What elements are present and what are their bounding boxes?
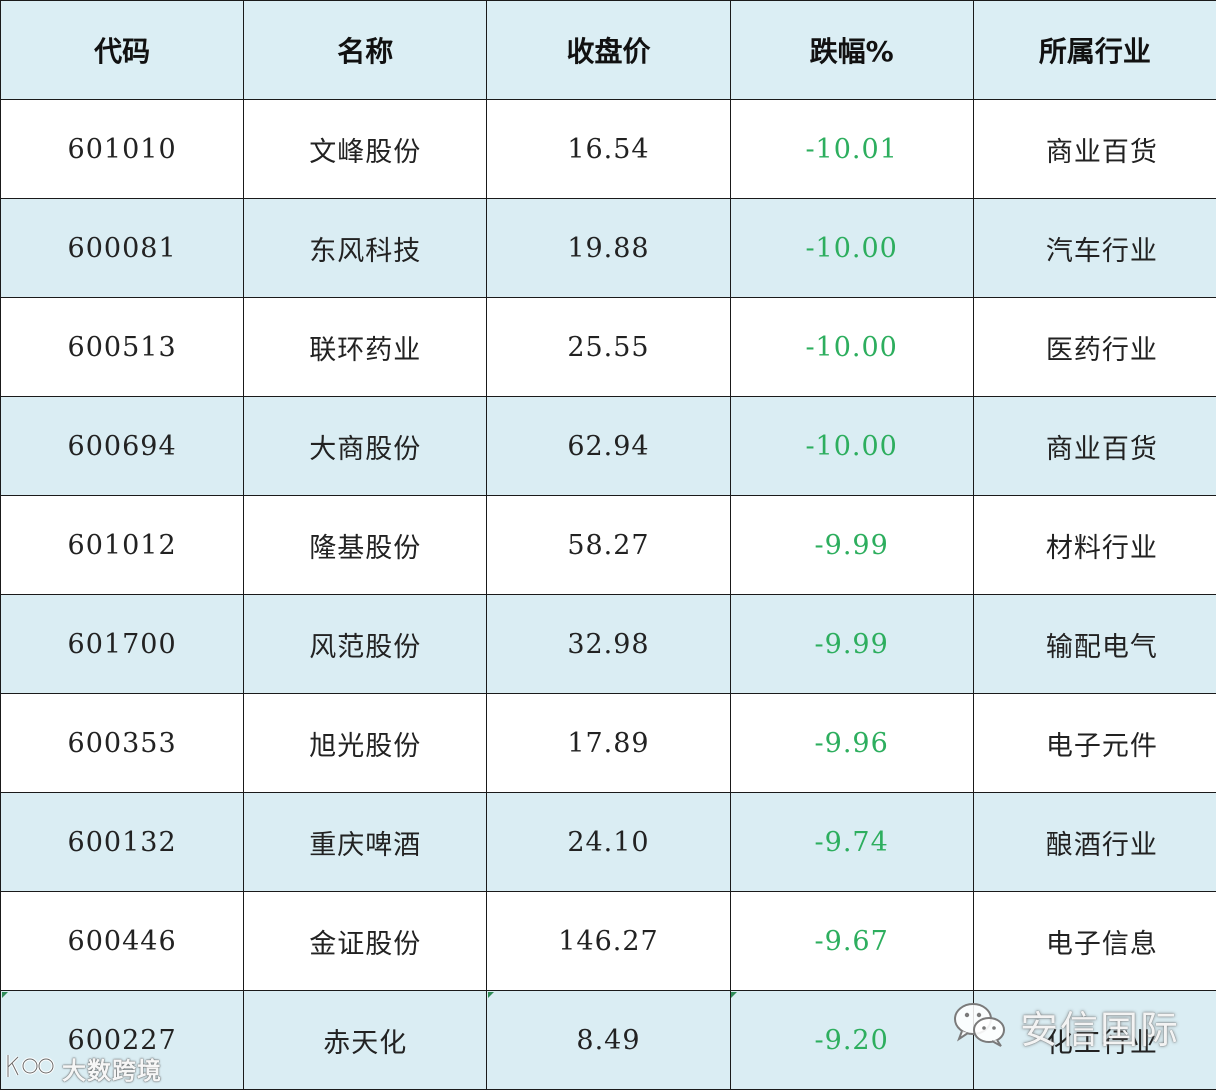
table-row: 600132 重庆啤酒 24.10 -9.74 酿酒行业	[0, 792, 1216, 892]
header-change: 跌幅%	[729, 0, 974, 100]
cell-industry: 电子元件	[972, 693, 1216, 793]
cell-name: 旭光股份	[243, 693, 488, 793]
cell-corner-marker	[731, 992, 737, 998]
cell-code: 600227	[0, 990, 245, 1090]
cell-change: -9.74	[729, 792, 974, 892]
header-industry: 所属行业	[972, 0, 1216, 100]
cell-close: 16.54	[486, 99, 731, 199]
cell-corner-marker	[2, 992, 8, 998]
cell-close: 62.94	[486, 396, 731, 496]
cell-code: 600513	[0, 297, 245, 397]
cell-change: -9.99	[729, 495, 974, 595]
cell-corner-marker	[488, 992, 494, 998]
cell-name: 金证股份	[243, 891, 488, 991]
cell-close: 58.27	[486, 495, 731, 595]
header-code: 代码	[0, 0, 245, 100]
table-row: 600081 东风科技 19.88 -10.00 汽车行业	[0, 198, 1216, 298]
cell-code: 600081	[0, 198, 245, 298]
cell-name: 赤天化	[243, 990, 488, 1090]
cell-industry: 材料行业	[972, 495, 1216, 595]
table-row: 601012 隆基股份 58.27 -9.99 材料行业	[0, 495, 1216, 595]
cell-industry: 医药行业	[972, 297, 1216, 397]
table-row: 600446 金证股份 146.27 -9.67 电子信息	[0, 891, 1216, 991]
cell-change: -10.00	[729, 198, 974, 298]
cell-industry: 商业百货	[972, 396, 1216, 496]
cell-change: -10.00	[729, 297, 974, 397]
cell-code: 600446	[0, 891, 245, 991]
cell-name: 联环药业	[243, 297, 488, 397]
stock-table-image: 代码 名称 收盘价 跌幅% 所属行业 601010 文峰股份 16.54 -10…	[0, 0, 1216, 1090]
cell-code: 601012	[0, 495, 245, 595]
cell-code: 600353	[0, 693, 245, 793]
cell-change: -9.99	[729, 594, 974, 694]
cell-close: 146.27	[486, 891, 731, 991]
cell-industry: 电子信息	[972, 891, 1216, 991]
cell-industry: 化工行业	[972, 990, 1216, 1090]
cell-change: -10.01	[729, 99, 974, 199]
table-row: 600227 赤天化 8.49 -9.20 化工行业	[0, 990, 1216, 1090]
cell-name: 重庆啤酒	[243, 792, 488, 892]
cell-close: 19.88	[486, 198, 731, 298]
table-row: 601700 风范股份 32.98 -9.99 输配电气	[0, 594, 1216, 694]
table-header-row: 代码 名称 收盘价 跌幅% 所属行业	[0, 0, 1216, 100]
cell-industry: 输配电气	[972, 594, 1216, 694]
stock-table: 代码 名称 收盘价 跌幅% 所属行业 601010 文峰股份 16.54 -10…	[0, 0, 1216, 1090]
cell-close: 32.98	[486, 594, 731, 694]
cell-change: -9.96	[729, 693, 974, 793]
table-row: 600513 联环药业 25.55 -10.00 医药行业	[0, 297, 1216, 397]
cell-change: -9.67	[729, 891, 974, 991]
cell-name: 文峰股份	[243, 99, 488, 199]
cell-close: 17.89	[486, 693, 731, 793]
cell-code: 601700	[0, 594, 245, 694]
cell-industry: 汽车行业	[972, 198, 1216, 298]
cell-close: 8.49	[486, 990, 731, 1090]
cell-change: -9.20	[729, 990, 974, 1090]
cell-code: 600132	[0, 792, 245, 892]
cell-close: 24.10	[486, 792, 731, 892]
table-row: 600353 旭光股份 17.89 -9.96 电子元件	[0, 693, 1216, 793]
cell-code: 600694	[0, 396, 245, 496]
cell-name: 大商股份	[243, 396, 488, 496]
cell-name: 隆基股份	[243, 495, 488, 595]
cell-close: 25.55	[486, 297, 731, 397]
cell-name: 风范股份	[243, 594, 488, 694]
cell-industry: 商业百货	[972, 99, 1216, 199]
header-close: 收盘价	[486, 0, 731, 100]
cell-industry: 酿酒行业	[972, 792, 1216, 892]
cell-change: -10.00	[729, 396, 974, 496]
table-row: 600694 大商股份 62.94 -10.00 商业百货	[0, 396, 1216, 496]
cell-code: 601010	[0, 99, 245, 199]
cell-name: 东风科技	[243, 198, 488, 298]
header-name: 名称	[243, 0, 488, 100]
table-row: 601010 文峰股份 16.54 -10.01 商业百货	[0, 99, 1216, 199]
